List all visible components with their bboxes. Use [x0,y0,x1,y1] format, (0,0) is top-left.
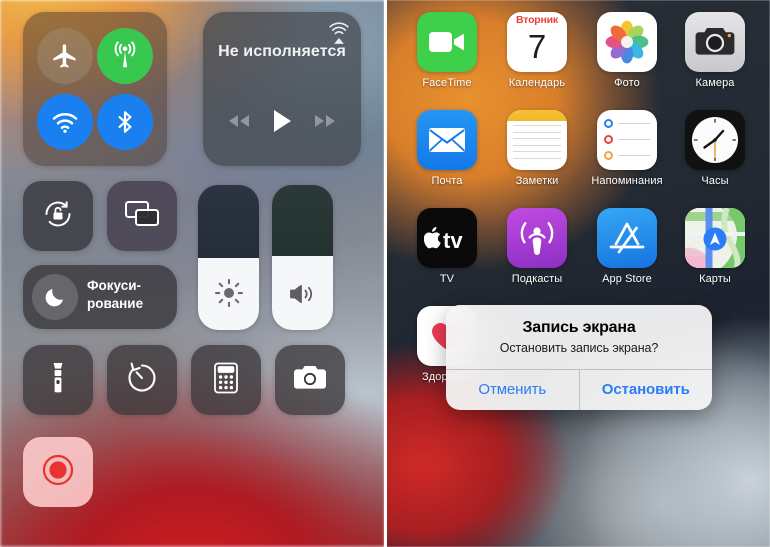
calendar-weekday: Вторник [516,14,558,26]
appstore-icon [597,208,657,268]
control-center: Не исполняется Фокуси- рование [0,0,385,547]
podcasts-icon [507,208,567,268]
connectivity-module[interactable] [23,12,167,166]
mail-icon [417,110,477,170]
screen-record-button[interactable] [23,437,93,507]
airplane-mode-toggle[interactable] [37,28,93,84]
app-grid: FaceTime Вторник 7 Календарь Фото Камера… [385,0,770,547]
screen-mirroring-button[interactable] [107,181,177,251]
brightness-slider[interactable] [198,185,259,330]
rewind-icon[interactable] [226,111,252,136]
camera-button[interactable] [275,345,345,415]
now-playing-module[interactable]: Не исполняется [203,12,361,166]
record-icon [38,450,78,495]
app-appstore[interactable]: App Store [587,208,667,285]
app-podcasts[interactable]: Подкасты [497,208,577,285]
focus-label: Фокуси- рование [87,278,144,311]
app-label: FaceTime [422,77,472,89]
cellular-data-toggle[interactable] [97,28,153,84]
app-label: App Store [602,273,652,285]
app-label: Камера [695,77,735,89]
app-appletv[interactable]: tv TV [407,208,487,285]
facetime-icon [417,12,477,72]
volume-slider[interactable] [272,185,333,330]
clock-icon [685,110,745,170]
maps-icon [685,208,745,268]
app-label: Напоминания [591,175,663,187]
app-facetime[interactable]: FaceTime [407,12,487,89]
rotation-lock-icon [40,196,76,237]
calendar-icon: Вторник 7 [507,12,567,72]
focus-button[interactable]: Фокуси- рование [23,265,177,329]
notes-icon [507,110,567,170]
app-mail[interactable]: Почта [407,110,487,187]
svg-text:tv: tv [443,228,463,250]
brightness-icon [198,278,259,308]
app-label: Часы [701,175,729,187]
app-label: TV [439,273,455,285]
alert-message: Остановить запись экрана? [499,341,659,355]
appletv-icon: tv [417,208,477,268]
flashlight-icon [43,361,73,400]
app-label: Заметки [515,175,559,187]
flashlight-button[interactable] [23,345,93,415]
app-maps[interactable]: Карты [675,208,755,285]
screen-mirroring-icon [123,199,161,234]
cellular-antenna-icon [110,41,140,71]
home-screen-pane: FaceTime Вторник 7 Календарь Фото Камера… [385,0,770,547]
volume-icon [272,280,333,308]
app-camera[interactable]: Камера [675,12,755,89]
timer-button[interactable] [107,345,177,415]
reminders-icon [597,110,657,170]
bluetooth-icon [112,109,138,135]
calendar-day: 7 [527,28,547,65]
now-playing-title: Не исполняется [218,43,346,60]
fast-forward-icon[interactable] [312,111,338,136]
pane-divider [384,0,387,547]
app-notes[interactable]: Заметки [497,110,577,187]
wifi-toggle[interactable] [37,94,93,150]
app-label: Подкасты [511,273,563,285]
calculator-button[interactable] [191,345,261,415]
app-calendar[interactable]: Вторник 7 Календарь [497,12,577,89]
app-reminders[interactable]: Напоминания [587,110,667,187]
play-icon[interactable] [269,107,295,140]
moon-icon [32,274,78,320]
app-clock[interactable]: Часы [675,110,755,187]
airplane-icon [51,42,79,70]
control-center-pane: Не исполняется Фокуси- рование [0,0,385,547]
alert-title: Запись экрана [522,319,636,336]
screenshot-root: Не исполняется Фокуси- рование FaceTime … [0,0,770,547]
alert-confirm-button[interactable]: Остановить [580,370,713,410]
app-label: Календарь [508,77,566,89]
alert-cancel-button[interactable]: Отменить [446,370,579,410]
app-label: Фото [614,77,640,89]
timer-icon [125,361,159,400]
camera-icon [292,364,328,397]
app-label: Карты [699,273,731,285]
calculator-icon [211,361,241,400]
app-photos[interactable]: Фото [587,12,667,89]
bluetooth-toggle[interactable] [97,94,153,150]
rotation-lock-button[interactable] [23,181,93,251]
camera-app-icon [685,12,745,72]
screen-record-alert: Запись экрана Остановить запись экрана? … [446,305,712,410]
photos-icon [597,12,657,72]
app-label: Почта [431,175,463,187]
wifi-icon [50,107,80,137]
